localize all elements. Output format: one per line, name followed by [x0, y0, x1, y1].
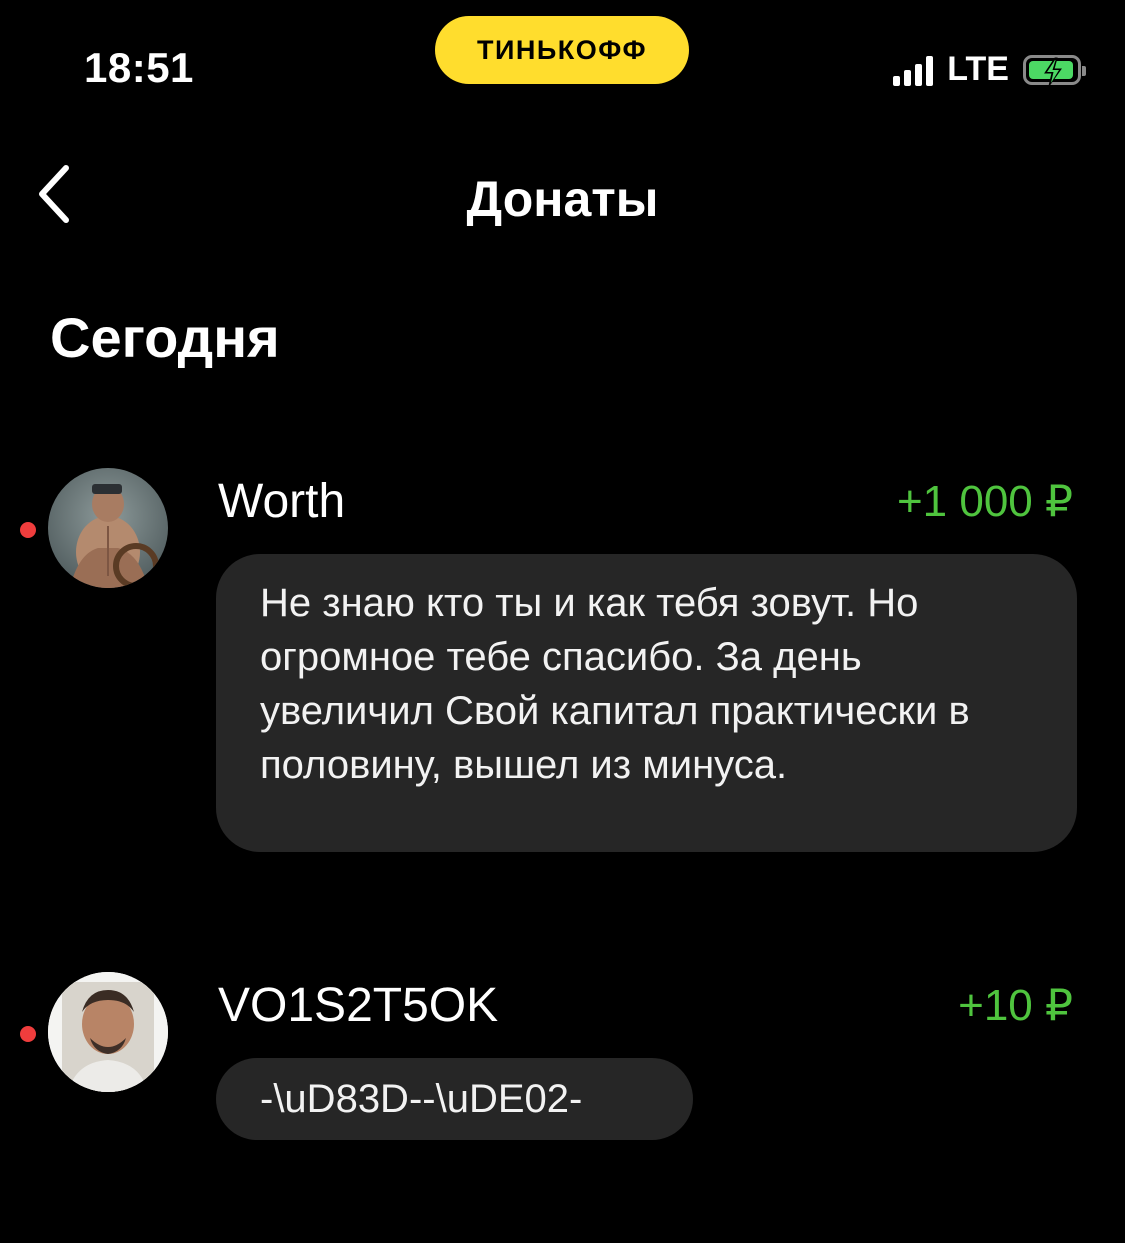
page-title: Донаты — [466, 171, 659, 227]
unread-indicator — [20, 522, 36, 538]
status-time: 18:51 — [84, 44, 194, 91]
donation-message: Не знаю кто ты и как тебя зовут. Но огро… — [216, 554, 1077, 852]
donor-avatar[interactable] — [48, 468, 168, 588]
donation-amount: +1 000 ₽ — [896, 477, 1073, 526]
donor-name: VO1S2T5OK — [218, 979, 499, 1032]
donor-name: Worth — [218, 475, 346, 528]
donor-avatar[interactable] — [48, 972, 168, 1092]
donation-item[interactable]: VO1S2T5OK +10 ₽ -\uD83D--\uDE02- — [0, 970, 1125, 1142]
signal-bars-icon — [893, 54, 934, 86]
donation-message-text: Не знаю кто ты и как тебя зовут. Но огро… — [260, 581, 970, 787]
unread-indicator — [20, 1026, 36, 1042]
section-header-today: Сегодня — [50, 306, 280, 369]
battery-charging-icon — [1023, 54, 1086, 86]
carrier-badge-label: ТИНЬКОФФ — [476, 34, 648, 65]
donation-amount: +10 ₽ — [958, 981, 1073, 1030]
status-indicators: LTE — [893, 50, 1086, 89]
carrier-badge: ТИНЬКОФФ — [435, 16, 689, 84]
donation-message-text: -\uD83D--\uDE02- — [260, 1077, 583, 1121]
donation-item[interactable]: Worth +1 000 ₽ Не знаю кто ты и как тебя… — [0, 466, 1125, 856]
donation-message: -\uD83D--\uDE02- — [216, 1058, 693, 1140]
network-type: LTE — [947, 50, 1009, 88]
